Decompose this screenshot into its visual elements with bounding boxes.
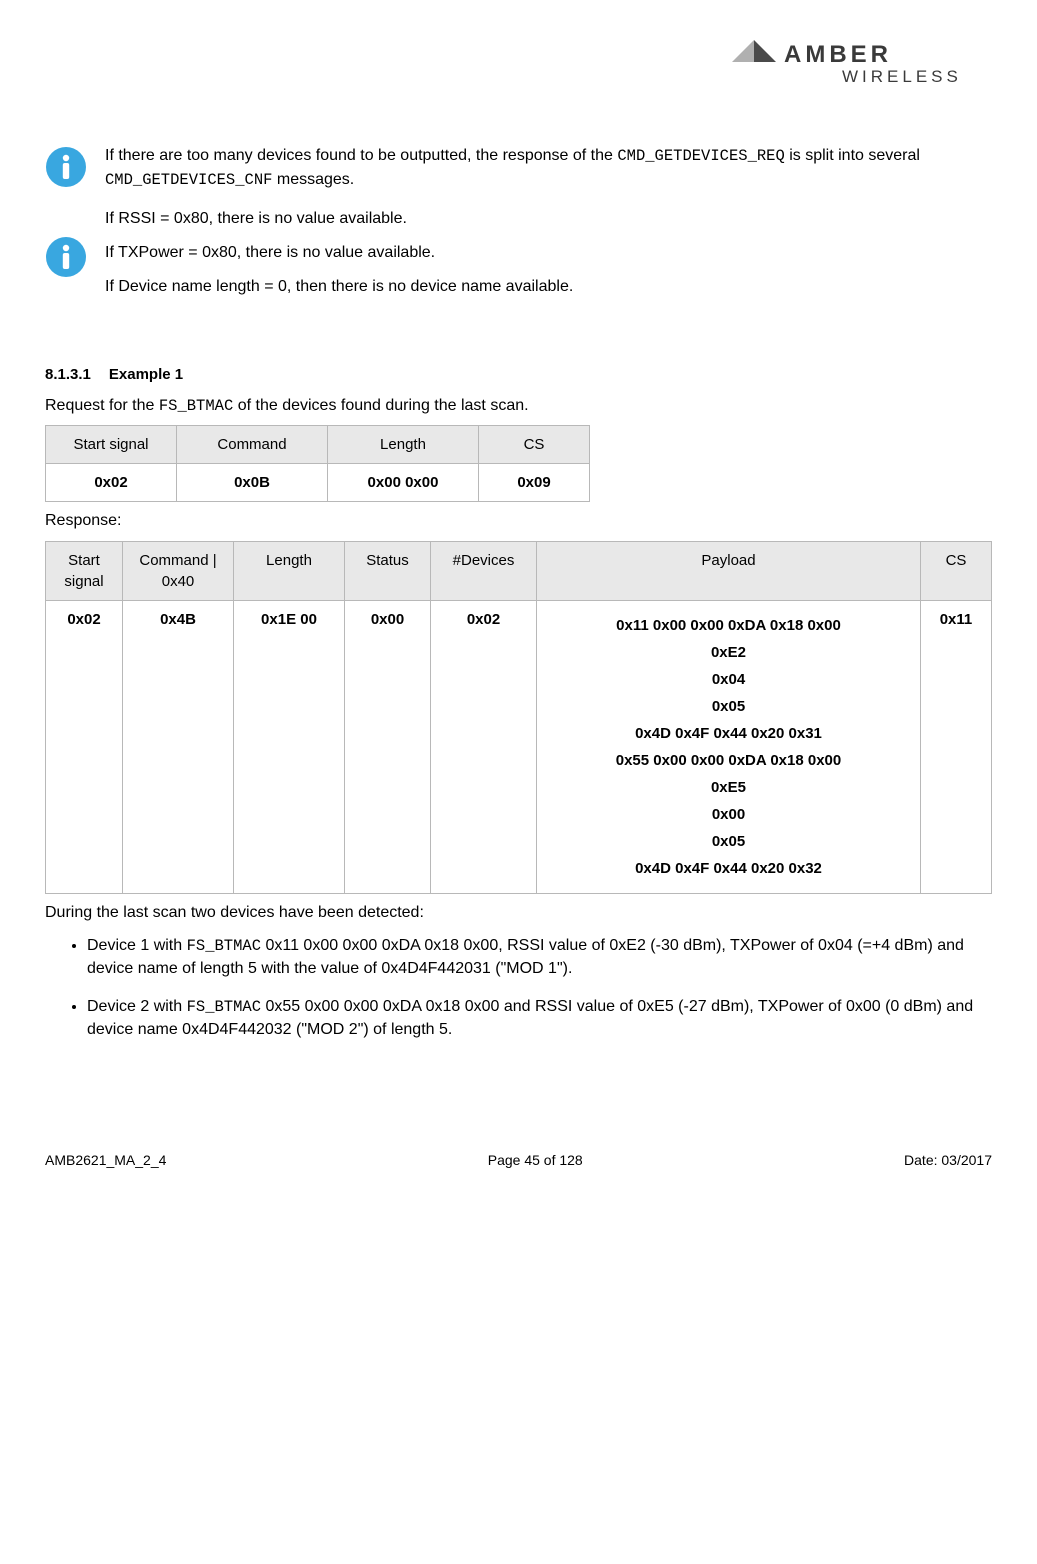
table-header-row: Start signal Command | 0x40 Length Statu… (46, 541, 992, 600)
footer-docid: AMB2621_MA_2_4 (45, 1151, 166, 1171)
table-cell: 0x1E 00 (234, 600, 345, 893)
info-text-1: If there are too many devices found to b… (105, 144, 992, 193)
amber-wireless-logo: AMBER WIRELESS (732, 40, 992, 88)
table-cell: 0x02 (431, 600, 537, 893)
table-cell: 0x11 (921, 600, 992, 893)
table-header: Command | 0x40 (123, 541, 234, 600)
page-footer: AMB2621_MA_2_4 Page 45 of 128 Date: 03/2… (45, 1151, 992, 1171)
response-label: Response: (45, 510, 992, 532)
response-table: Start signal Command | 0x40 Length Statu… (45, 541, 992, 894)
request-paragraph: Request for the FS_BTMAC of the devices … (45, 395, 992, 418)
payload-line: 0xE2 (547, 642, 910, 663)
table-cell: 0x02 (46, 464, 177, 502)
heading-number: 8.1.3.1 (45, 366, 91, 383)
text: messages. (272, 171, 354, 188)
section-heading: 8.1.3.1 Example 1 (45, 364, 992, 385)
info-icon (45, 236, 87, 278)
payload-cell: 0x11 0x00 0x00 0xDA 0x18 0x00 0xE2 0x04 … (537, 600, 921, 893)
text: If Device name length = 0, then there is… (105, 275, 992, 299)
code: FS_BTMAC (187, 998, 261, 1016)
text: If there are too many devices found to b… (105, 147, 617, 164)
request-table: Start signal Command Length CS 0x02 0x0B… (45, 425, 590, 502)
text: If RSSI = 0x80, there is no value availa… (105, 207, 992, 231)
table-header: CS (921, 541, 992, 600)
table-header: Payload (537, 541, 921, 600)
text: of the devices found during the last sca… (233, 397, 528, 414)
heading-title: Example 1 (109, 366, 183, 383)
code: FS_BTMAC (159, 397, 233, 415)
table-header: Start signal (46, 426, 177, 464)
brand-name-1: AMBER (784, 41, 892, 68)
table-header: CS (479, 426, 590, 464)
payload-line: 0x55 0x00 0x00 0xDA 0x18 0x00 (547, 750, 910, 771)
table-cell: 0x02 (46, 600, 123, 893)
table-row: 0x02 0x0B 0x00 0x00 0x09 (46, 464, 590, 502)
info-note-2: If RSSI = 0x80, there is no value availa… (45, 203, 992, 309)
payload-line: 0x4D 0x4F 0x44 0x20 0x31 (547, 723, 910, 744)
table-cell: 0x09 (479, 464, 590, 502)
text: If TXPower = 0x80, there is no value ava… (105, 241, 992, 265)
brand-logo: AMBER WIRELESS (45, 40, 992, 94)
code: CMD_GETDEVICES_REQ (617, 147, 784, 165)
table-header-row: Start signal Command Length CS (46, 426, 590, 464)
text: Device 2 with (87, 998, 187, 1015)
footer-date: Date: 03/2017 (904, 1151, 992, 1171)
list-item: Device 2 with FS_BTMAC 0x55 0x00 0x00 0x… (87, 995, 992, 1042)
info-note-1: If there are too many devices found to b… (45, 144, 992, 193)
table-row: 0x02 0x4B 0x1E 00 0x00 0x02 0x11 0x00 0x… (46, 600, 992, 893)
table-header: Command (177, 426, 328, 464)
table-cell: 0x00 (345, 600, 431, 893)
payload-line: 0x05 (547, 696, 910, 717)
table-header: Length (328, 426, 479, 464)
device-list: Device 1 with FS_BTMAC 0x11 0x00 0x00 0x… (45, 934, 992, 1041)
info-text-2: If RSSI = 0x80, there is no value availa… (105, 203, 992, 309)
code: CMD_GETDEVICES_CNF (105, 171, 272, 189)
table-cell: 0x4B (123, 600, 234, 893)
payload-line: 0x11 0x00 0x00 0xDA 0x18 0x00 (547, 615, 910, 636)
payload-line: 0x4D 0x4F 0x44 0x20 0x32 (547, 858, 910, 879)
footer-page: Page 45 of 128 (488, 1151, 583, 1171)
payload-line: 0x05 (547, 831, 910, 852)
info-icon (45, 146, 87, 188)
brand-name-2: WIRELESS (842, 67, 962, 86)
table-header: #Devices (431, 541, 537, 600)
text: Request for the (45, 397, 159, 414)
list-item: Device 1 with FS_BTMAC 0x11 0x00 0x00 0x… (87, 934, 992, 981)
table-header: Length (234, 541, 345, 600)
code: FS_BTMAC (187, 937, 261, 955)
payload-line: 0x00 (547, 804, 910, 825)
table-cell: 0x0B (177, 464, 328, 502)
summary-paragraph: During the last scan two devices have be… (45, 902, 992, 924)
table-header: Status (345, 541, 431, 600)
text: Device 1 with (87, 937, 187, 954)
text: is split into several (785, 147, 920, 164)
payload-line: 0xE5 (547, 777, 910, 798)
payload-line: 0x04 (547, 669, 910, 690)
table-cell: 0x00 0x00 (328, 464, 479, 502)
table-header: Start signal (46, 541, 123, 600)
